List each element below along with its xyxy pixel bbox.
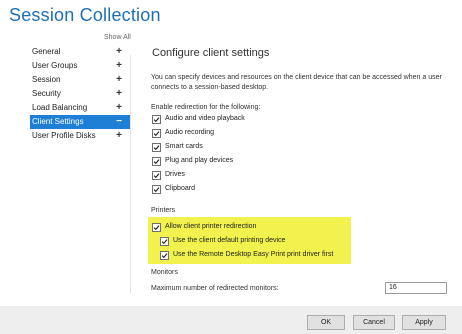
sidebar-nav: General + User Groups + Session + Securi… — [30, 45, 130, 143]
check-icon — [153, 130, 160, 136]
checkbox[interactable] — [152, 114, 161, 124]
nav-item-label: Load Balancing — [32, 103, 88, 112]
check-icon — [153, 224, 160, 230]
checkbox[interactable] — [152, 170, 161, 180]
expand-icon: + — [116, 46, 122, 57]
checkbox-label: Use the Remote Desktop Easy Print print … — [173, 251, 334, 258]
checkbox-label: Drives — [165, 171, 185, 178]
expand-icon: + — [116, 74, 122, 85]
check-icon — [153, 186, 160, 192]
checkbox-drives[interactable]: Drives — [152, 169, 185, 181]
nav-item-label: User Profile Disks — [32, 131, 96, 140]
check-icon — [153, 158, 160, 164]
nav-item-label: Client Settings — [32, 117, 84, 126]
checkbox-label: Allow client printer redirection — [165, 223, 257, 230]
page-title: Configure client settings — [152, 47, 270, 59]
max-monitors-label: Maximum number of redirected monitors: — [151, 285, 279, 292]
nav-item-label: General — [32, 47, 61, 56]
expand-icon: + — [116, 88, 122, 99]
checkbox-label: Clipboard — [165, 185, 195, 192]
nav-item-user-groups[interactable]: User Groups + — [30, 59, 130, 73]
nav-item-security[interactable]: Security + — [30, 87, 130, 101]
checkbox[interactable] — [160, 236, 169, 246]
collapse-icon: − — [116, 116, 122, 127]
printers-heading: Printers — [151, 207, 176, 214]
checkbox[interactable] — [152, 128, 161, 138]
checkbox-default-printing-device[interactable]: Use the client default printing device — [160, 235, 285, 247]
window-title: Session Collection — [9, 5, 161, 25]
checkbox[interactable] — [152, 142, 161, 152]
checkbox-label: Audio recording — [165, 129, 215, 136]
checkbox[interactable] — [152, 156, 161, 166]
show-all-link[interactable]: Show All — [104, 34, 131, 41]
checkbox-allow-printer-redirection[interactable]: Allow client printer redirection — [152, 221, 256, 233]
check-icon — [153, 116, 160, 122]
checkbox[interactable] — [160, 250, 169, 260]
checkbox-audio-video[interactable]: Audio and video playback — [152, 113, 245, 125]
checkbox[interactable] — [152, 222, 161, 232]
check-icon — [161, 238, 168, 244]
max-monitors-field[interactable]: 16 — [385, 282, 447, 294]
checkbox-clipboard[interactable]: Clipboard — [152, 183, 195, 195]
nav-item-user-profile-disks[interactable]: User Profile Disks + — [30, 129, 130, 143]
checkbox-label: Smart cards — [165, 143, 203, 150]
checkbox-smart-cards[interactable]: Smart cards — [152, 141, 203, 153]
intro-text: You can specify devices and resources on… — [151, 74, 442, 91]
check-icon — [161, 252, 168, 258]
expand-icon: + — [116, 130, 122, 141]
cancel-button[interactable]: Cancel — [353, 315, 395, 330]
nav-item-client-settings[interactable]: Client Settings − — [30, 115, 130, 129]
monitors-heading: Monitors — [151, 269, 178, 276]
checkbox[interactable] — [152, 184, 161, 194]
section-divider — [130, 55, 131, 293]
nav-item-label: Session — [32, 75, 61, 84]
checkbox-audio-recording[interactable]: Audio recording — [152, 127, 214, 139]
ok-button[interactable]: OK — [307, 315, 345, 330]
nav-item-session[interactable]: Session + — [30, 73, 130, 87]
nav-item-label: User Groups — [32, 61, 78, 70]
redirection-heading: Enable redirection for the following: — [151, 104, 261, 111]
checkbox-easy-print-driver[interactable]: Use the Remote Desktop Easy Print print … — [160, 249, 333, 261]
check-icon — [153, 144, 160, 150]
checkbox-label: Plug and play devices — [165, 157, 234, 164]
expand-icon: + — [116, 60, 122, 71]
nav-item-load-balancing[interactable]: Load Balancing + — [30, 101, 130, 115]
nav-item-label: Security — [32, 89, 61, 98]
nav-item-general[interactable]: General + — [30, 45, 130, 59]
checkbox-label: Use the client default printing device — [173, 237, 286, 244]
apply-button[interactable]: Apply — [402, 315, 446, 330]
checkbox-plug-and-play[interactable]: Plug and play devices — [152, 155, 233, 167]
check-icon — [153, 172, 160, 178]
expand-icon: + — [116, 102, 122, 113]
checkbox-label: Audio and video playback — [165, 115, 245, 122]
